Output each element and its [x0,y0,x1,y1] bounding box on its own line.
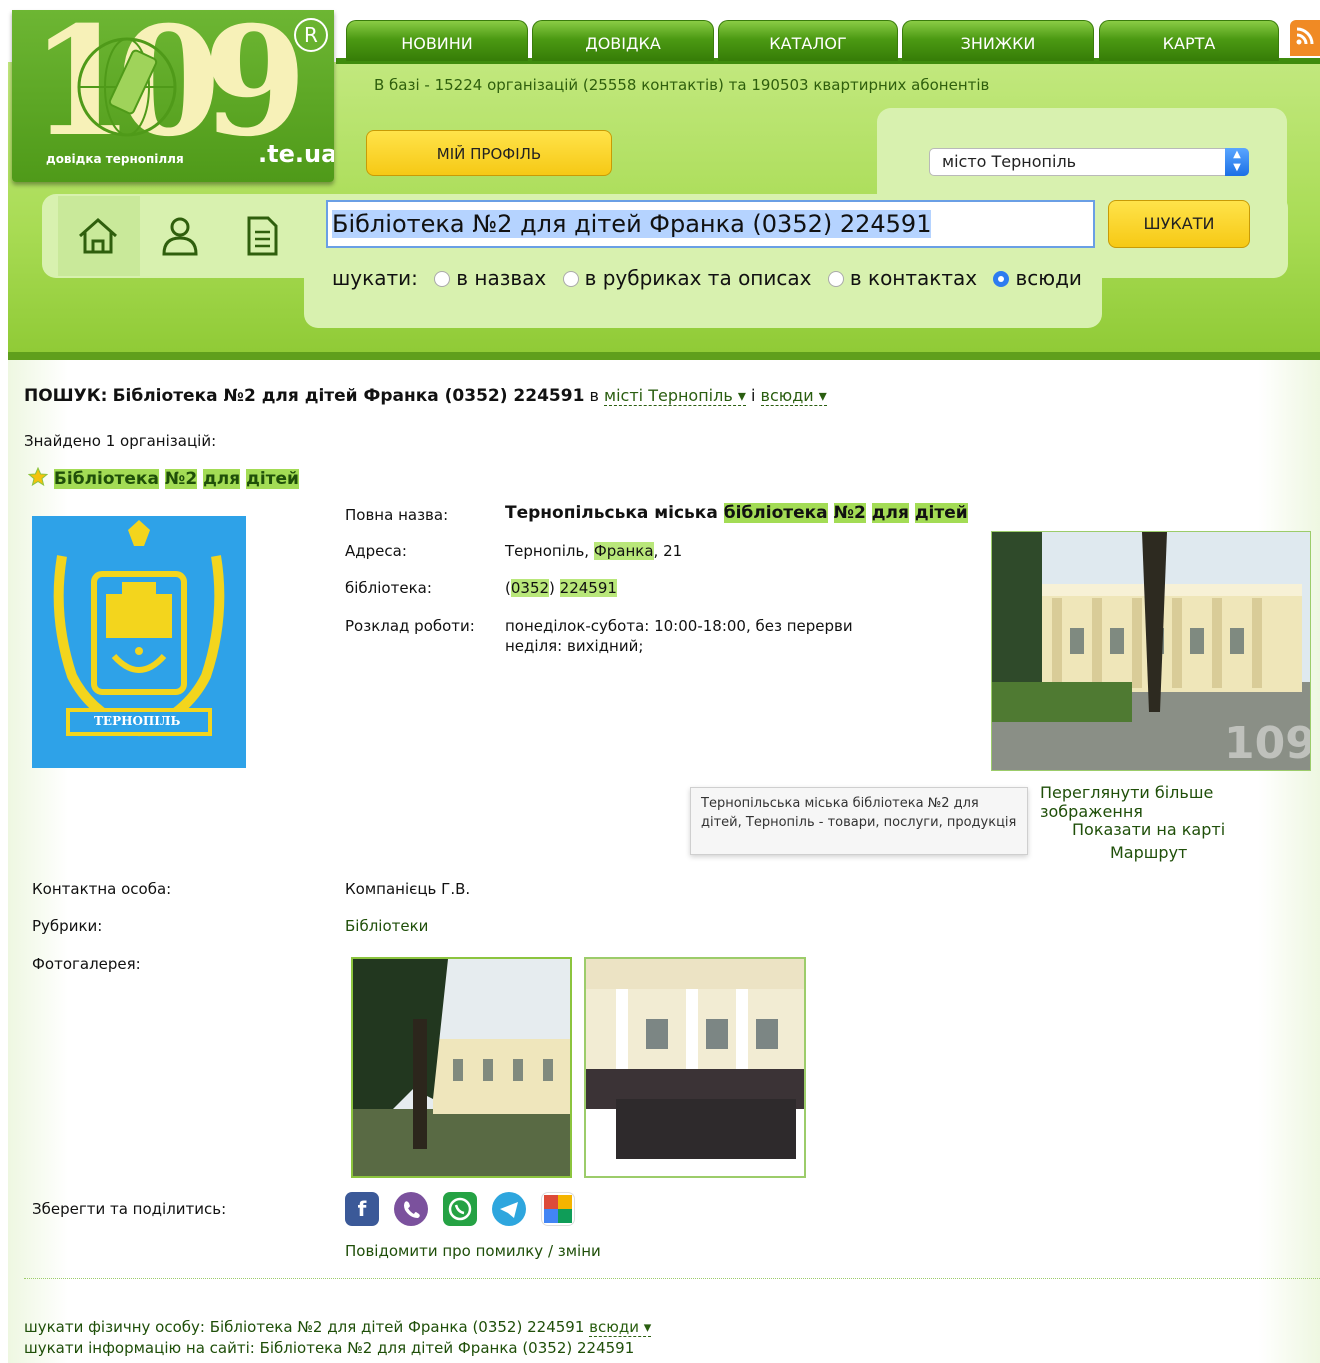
org-title-link[interactable]: Бібліотека №2 для дітей [27,466,299,489]
header-bottom-bar [8,352,1320,360]
phone-code: 0352 [510,579,550,597]
search-button[interactable]: ШУКАТИ [1108,200,1250,248]
gallery-label: Фотогалерея: [32,955,141,973]
search-summary: ПОШУК: Бібліотека №2 для дітей Франка (0… [24,386,827,406]
facebook-icon[interactable]: f [345,1192,379,1226]
full-name-text: Тернопільська міська [505,503,718,523]
contact-value: Компанієць Г.В. [345,880,471,898]
report-error-link[interactable]: Повідомити про помилку / зміни [345,1242,601,1260]
phone-value[interactable]: (0352) 224591 [505,579,617,597]
search-input[interactable]: Бібліотека №2 для дітей Франка (0352) 22… [326,200,1095,248]
scope-label: шукати: [332,266,418,290]
telegram-icon[interactable] [492,1192,526,1226]
footer-site-search[interactable]: шукати інформацію на сайті: Бібліотека №… [24,1339,634,1357]
footer-scope-link[interactable]: всюди ▾ [589,1318,652,1337]
title-word: Бібліотека [53,469,159,489]
phone-number: 224591 [559,579,617,597]
title-word: дітей [246,469,299,489]
query-prefix: ПОШУК: [24,386,108,406]
gallery-thumbnail[interactable] [351,957,572,1178]
tooltip: Тернопільська міська бібліотека №2 для д… [690,787,1028,855]
address-value: Тернопіль, Франка, 21 [505,542,682,560]
route-link[interactable]: Маршрут [1110,843,1187,862]
star-icon[interactable] [27,466,49,487]
query-text: Бібліотека №2 для дітей Франка (0352) 22… [112,386,585,406]
scope-option-rubrics[interactable]: в рубриках та описах [585,266,812,290]
org-logo: ТЕРНОПІЛЬ [32,516,246,768]
logo-domain: .te.ua [258,140,334,168]
home-icon[interactable] [76,214,120,262]
scope-option-names[interactable]: в назвах [456,266,546,290]
whatsapp-icon[interactable] [443,1192,477,1226]
tab-catalog[interactable]: КАТАЛОГ [718,20,898,61]
city-select-value: місто Тернопіль [942,152,1077,171]
scope-radio-names[interactable] [434,271,451,287]
tab-discounts[interactable]: ЗНИЖКИ [902,20,1094,61]
org-main-photo[interactable]: 109 [991,531,1316,771]
address-label: Адреса: [345,542,407,560]
city-select[interactable]: місто Тернопіль ▲ ▼ [929,148,1249,176]
scope-option-everywhere[interactable]: всюди [1015,266,1081,290]
contact-label: Контактна особа: [32,880,172,898]
tab-map[interactable]: КАРТА [1099,20,1279,61]
search-input-value: Бібліотека №2 для дітей Франка (0352) 22… [332,210,932,238]
in-word: в [589,386,599,405]
view-larger-image-link[interactable]: Переглянути більше зображення [1040,783,1320,821]
full-name-hl: №2 [833,503,866,523]
scope-option-contacts[interactable]: в контактах [850,266,977,290]
site-logo[interactable]: 109 R довідка тернопілля .te.ua [12,10,334,182]
phone-label: бібліотека: [345,579,432,597]
scope-filter-link[interactable]: всюди ▾ [760,386,827,406]
address-city: Тернопіль, [505,542,590,560]
hours-line-1: понеділок-субота: 10:00-18:00, без перер… [505,617,853,635]
my-profile-button[interactable]: МІЙ ПРОФІЛЬ [366,130,612,176]
scope-radio-rubrics[interactable] [562,271,579,287]
footer-person-search: шукати фізичну особу: Бібліотека №2 для … [24,1318,652,1337]
header: НОВИНИ ДОВІДКА КАТАЛОГ ЗНИЖКИ КАРТА 109 … [0,0,1320,362]
building-photo: 109 [992,532,1316,770]
address-street: Франка [593,542,654,560]
title-word: для [203,469,241,489]
coat-of-arms-image [53,520,225,737]
person-icon[interactable] [158,214,202,262]
search-scope: шукати: в назвах в рубриках та описах в … [332,266,1082,290]
coat-caption: ТЕРНОПІЛЬ [94,714,181,728]
full-name-value: Тернопільська міська бібліотека №2 для д… [505,503,968,523]
gallery-photo-1 [353,959,570,1176]
hours-line-2: неділя: вихідний; [505,637,644,655]
full-name-hl: для [871,503,909,523]
full-name-label: Повна назва: [345,506,449,524]
and-word: і [751,386,756,405]
rubrics-label: Рубрики: [32,917,103,935]
document-icon[interactable] [240,214,284,262]
google-plus-icon[interactable] [541,1192,575,1226]
share-label: Зберегти та поділитись: [32,1200,227,1218]
show-on-map-link[interactable]: Показати на карті [1072,820,1225,839]
city-filter-link[interactable]: місті Тернопіль ▾ [604,386,746,406]
rubric-link[interactable]: Бібліотеки [345,917,428,935]
full-name-hl: дітей [914,503,968,523]
tab-news[interactable]: НОВИНИ [346,20,528,61]
found-count: Знайдено 1 організацій: [24,432,217,450]
hours-label: Розклад роботи: [345,617,475,635]
scope-radio-contacts[interactable] [827,271,844,287]
registered-mark: R [294,18,328,52]
tab-directory[interactable]: ДОВІДКА [532,20,714,61]
logo-subtitle: довідка тернопілля [46,152,184,166]
viber-icon[interactable] [394,1192,428,1226]
divider [24,1278,1320,1279]
title-word: №2 [164,469,198,489]
scope-radio-everywhere[interactable] [993,271,1010,287]
address-number: , 21 [653,542,683,560]
select-arrows-icon: ▲ ▼ [1225,148,1249,176]
rss-icon[interactable] [1290,20,1320,56]
gallery-thumbnail[interactable] [584,957,806,1178]
full-name-hl: бібліотека [723,503,828,523]
svg-text:109: 109 [1224,718,1310,769]
gallery-photo-2 [586,959,804,1176]
database-stats: В базі - 15224 організацій (25558 контак… [374,76,990,94]
globe-phone-icon [77,37,177,137]
footer-person-search-text[interactable]: шукати фізичну особу: Бібліотека №2 для … [24,1318,584,1336]
